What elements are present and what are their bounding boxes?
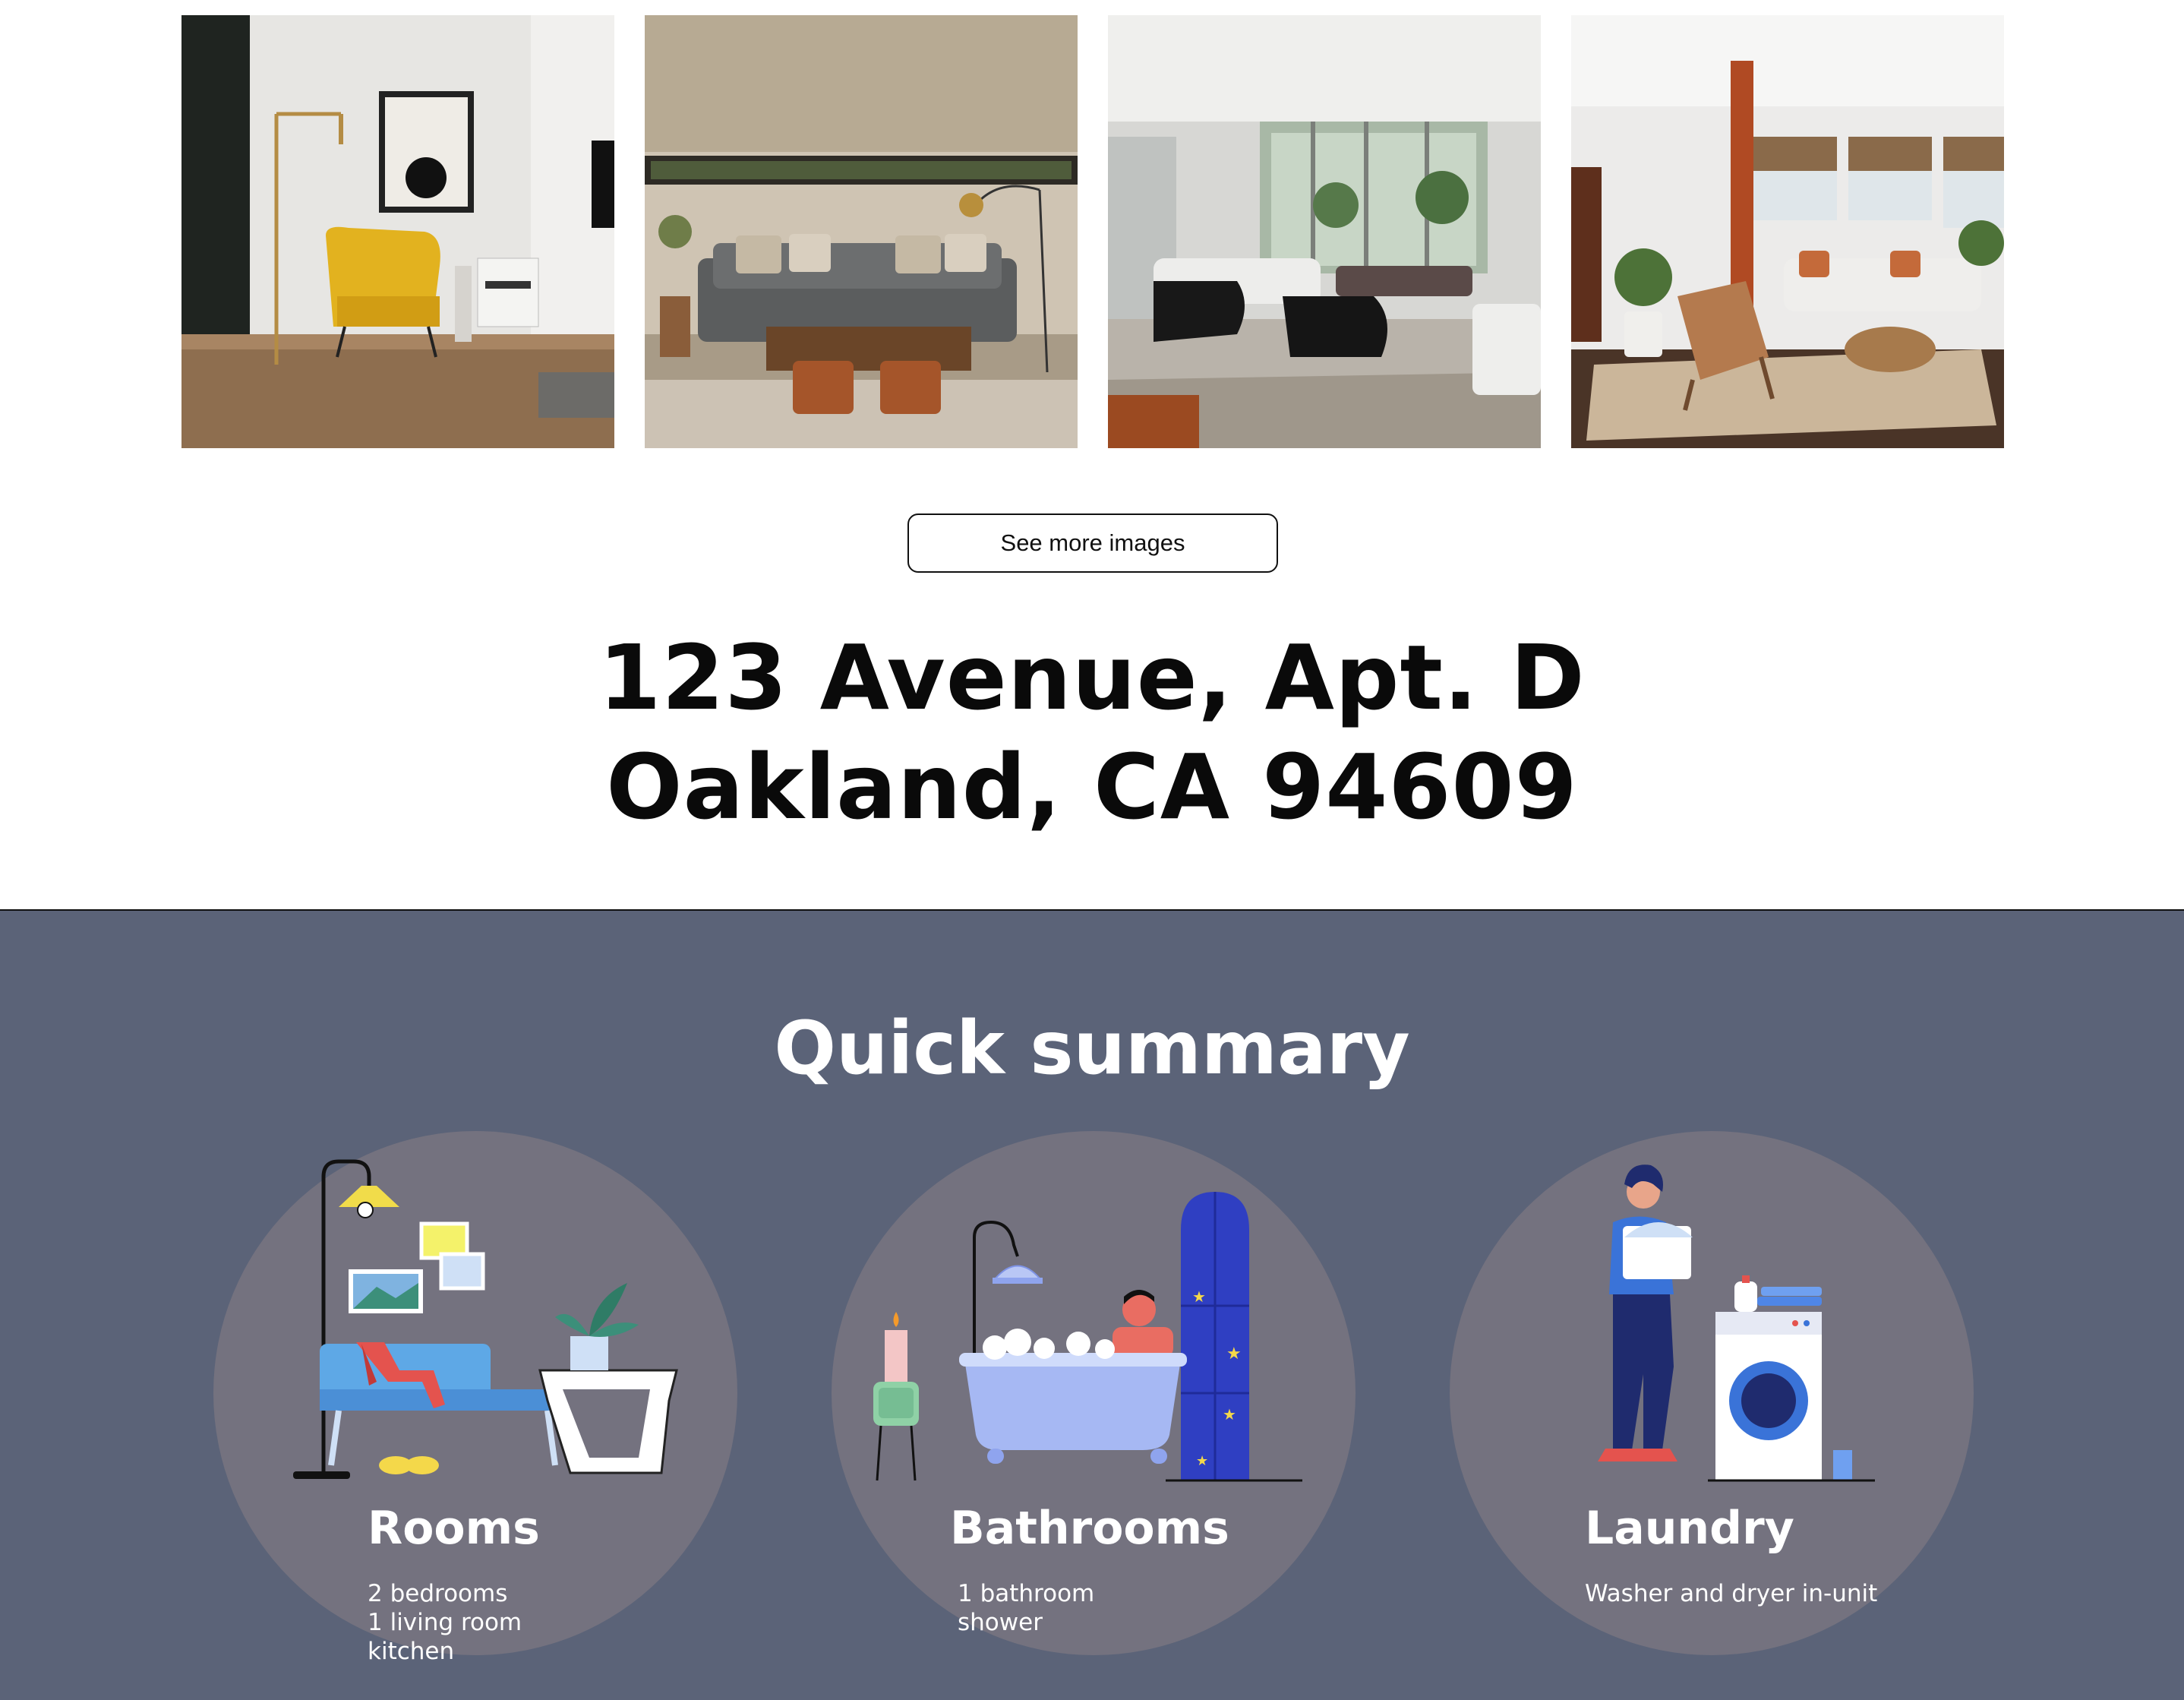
gallery-photo-2[interactable] bbox=[645, 15, 1078, 448]
card-detail-line: Washer and dryer in-unit bbox=[1585, 1580, 1878, 1607]
svg-text:★: ★ bbox=[1223, 1405, 1236, 1424]
summary-card-bathrooms: ★ ★ ★ ★ Bathrooms 1 bathroom shower bbox=[832, 1131, 1356, 1655]
gallery-photo-4[interactable] bbox=[1571, 15, 2004, 448]
living-room-photo-bay-window bbox=[1571, 15, 2004, 448]
card-detail-line: 2 bedrooms bbox=[368, 1580, 508, 1607]
card-details: Washer and dryer in-unit bbox=[1585, 1579, 1877, 1608]
card-detail-line: kitchen bbox=[368, 1638, 455, 1665]
photo-gallery bbox=[0, 15, 2184, 448]
summary-title: Quick summary bbox=[774, 1006, 1410, 1091]
svg-text:★: ★ bbox=[1226, 1345, 1242, 1363]
quick-summary-section: Quick summary Rooms 2 bedrooms 1 living … bbox=[0, 909, 2184, 1700]
living-room-photo-black-armchairs bbox=[1108, 15, 1541, 448]
card-title: Bathrooms bbox=[950, 1502, 1229, 1555]
card-title: Rooms bbox=[368, 1502, 540, 1555]
living-room-photo-grey-sofa bbox=[645, 15, 1078, 448]
svg-text:★: ★ bbox=[1192, 1288, 1206, 1306]
living-room-photo-yellow-chair bbox=[181, 15, 614, 448]
address-line-2: Oakland, CA 94609 bbox=[606, 735, 1578, 839]
gallery-photo-3[interactable] bbox=[1108, 15, 1541, 448]
washing-machine-illustration bbox=[1598, 1164, 1875, 1482]
bathtub-illustration: ★ ★ ★ ★ bbox=[873, 1192, 1302, 1482]
svg-text:★: ★ bbox=[1196, 1453, 1208, 1469]
card-details: 1 bathroom shower bbox=[958, 1579, 1094, 1637]
summary-card-laundry: Laundry Washer and dryer in-unit bbox=[1450, 1131, 1974, 1655]
card-details: 2 bedrooms 1 living room kitchen bbox=[368, 1579, 522, 1666]
card-title: Laundry bbox=[1585, 1502, 1794, 1555]
living-room-illustration bbox=[293, 1159, 678, 1479]
property-address: 123 Avenue, Apt. D Oakland, CA 94609 bbox=[0, 623, 2184, 842]
card-detail-line: 1 bathroom bbox=[958, 1580, 1095, 1607]
gallery-photo-1[interactable] bbox=[181, 15, 614, 448]
card-detail-line: 1 living room bbox=[368, 1609, 522, 1636]
see-more-images-button[interactable]: See more images bbox=[907, 513, 1278, 573]
card-detail-line: shower bbox=[958, 1609, 1043, 1636]
address-line-1: 123 Avenue, Apt. D bbox=[598, 625, 1586, 730]
summary-card-rooms: Rooms 2 bedrooms 1 living room kitchen bbox=[213, 1131, 737, 1665]
